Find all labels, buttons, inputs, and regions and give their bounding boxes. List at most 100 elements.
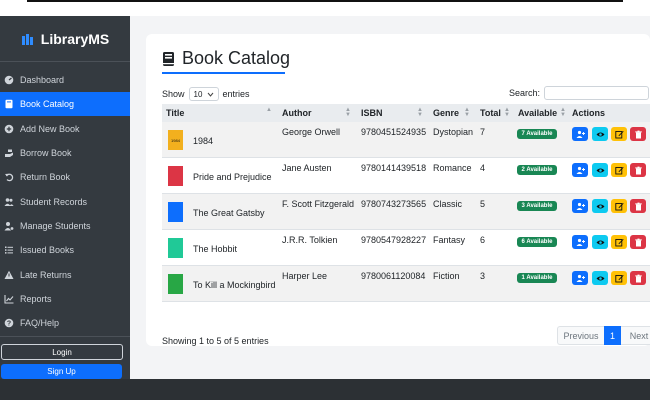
- delete-button[interactable]: [630, 163, 646, 177]
- sidebar-item-faq-help[interactable]: ? FAQ/Help: [0, 311, 130, 335]
- assign-user-icon: [575, 237, 585, 247]
- column-header-isbn[interactable]: ISBN: [361, 104, 383, 122]
- column-header-total[interactable]: Total: [480, 104, 501, 122]
- book-cover-image: [168, 202, 183, 222]
- edit-button[interactable]: [611, 235, 627, 249]
- sidebar-item-manage-students[interactable]: Manage Students: [0, 214, 130, 238]
- sidebar-item-borrow-book[interactable]: Borrow Book: [0, 141, 130, 165]
- table-row: 1984 1984 George Orwell 9780451524935 Dystop…: [162, 122, 650, 158]
- edit-icon: [614, 165, 624, 175]
- cell-author: F. Scott Fitzgerald: [282, 199, 355, 209]
- entries-value: 10: [193, 89, 203, 99]
- view-button[interactable]: [592, 163, 608, 177]
- edit-icon: [614, 237, 624, 247]
- sidebar-item-reports[interactable]: Reports: [0, 287, 130, 311]
- eye-icon: [595, 165, 605, 175]
- book-icon: [4, 99, 14, 109]
- cell-author: J.R.R. Tolkien: [282, 235, 338, 245]
- eye-icon: [595, 201, 605, 211]
- book-cover-image: [168, 238, 183, 258]
- column-header-genre[interactable]: Genre: [433, 104, 459, 122]
- sort-asc-icon[interactable]: ▲: [266, 107, 272, 113]
- cell-total: 6: [480, 235, 486, 245]
- edit-button[interactable]: [611, 199, 627, 213]
- sort-icon[interactable]: ▲ ▼: [417, 107, 423, 118]
- edit-button[interactable]: [611, 271, 627, 285]
- sort-icon[interactable]: ▲ ▼: [464, 107, 470, 118]
- sidebar-item-label: Issued Books: [20, 245, 75, 255]
- svg-text:?: ?: [7, 321, 11, 328]
- cell-genre: Fantasy: [433, 235, 466, 245]
- login-button[interactable]: Login: [1, 344, 123, 360]
- assign-button[interactable]: [572, 127, 588, 141]
- cell-author: Harper Lee: [282, 271, 328, 281]
- search-input[interactable]: [544, 86, 650, 100]
- user-gear-icon: [4, 221, 14, 231]
- table-header: Title ▲ Author ▲ ▼ ISBN ▲ ▼ Genre ▲ ▼ Total…: [162, 104, 650, 122]
- assign-user-icon: [575, 165, 585, 175]
- view-button[interactable]: [592, 127, 608, 141]
- edit-button[interactable]: [611, 127, 627, 141]
- delete-button[interactable]: [630, 271, 646, 285]
- cell-isbn: 9780547928227: [361, 235, 427, 245]
- trash-icon: [633, 201, 643, 211]
- view-button[interactable]: [592, 199, 608, 213]
- delete-button[interactable]: [630, 235, 646, 249]
- trash-icon: [633, 237, 643, 247]
- page-title: Book Catalog: [182, 48, 291, 68]
- top-divider-line: [27, 0, 623, 2]
- column-header-title[interactable]: Title: [166, 104, 184, 122]
- assign-button[interactable]: [572, 235, 588, 249]
- table-info: Showing 1 to 5 of 5 entries: [162, 336, 269, 346]
- pagination-next[interactable]: Next: [621, 326, 650, 345]
- sidebar-item-dashboard[interactable]: Dashboard: [0, 68, 130, 92]
- trash-icon: [633, 273, 643, 283]
- cell-title: The Hobbit: [193, 244, 238, 254]
- edit-icon: [614, 273, 624, 283]
- brand[interactable]: LibraryMS: [0, 16, 130, 62]
- assign-button[interactable]: [572, 163, 588, 177]
- sidebar-item-issued-books[interactable]: Issued Books: [0, 238, 130, 262]
- sidebar-item-student-records[interactable]: Student Records: [0, 190, 130, 214]
- sidebar-item-late-returns[interactable]: Late Returns: [0, 263, 130, 287]
- edit-button[interactable]: [611, 163, 627, 177]
- view-button[interactable]: [592, 271, 608, 285]
- cell-isbn: 9780061120084: [361, 271, 426, 281]
- availability-badge: 6 Available: [517, 237, 557, 247]
- column-header-available[interactable]: Available: [518, 104, 557, 122]
- assign-button[interactable]: [572, 271, 588, 285]
- signup-button[interactable]: Sign Up: [1, 364, 122, 379]
- sidebar-item-return-book[interactable]: Return Book: [0, 165, 130, 189]
- sort-icon[interactable]: ▲ ▼: [345, 107, 351, 118]
- book-icon: [162, 51, 176, 67]
- assign-user-icon: [575, 273, 585, 283]
- pagination-page-1[interactable]: 1: [604, 326, 621, 345]
- main-content: Book Catalog Show 10 entries Search: Tit…: [130, 16, 650, 379]
- chevron-down-icon: [207, 91, 214, 98]
- cell-isbn: 9780141439518: [361, 163, 427, 173]
- sidebar-item-book-catalog[interactable]: Book Catalog: [0, 92, 130, 116]
- sidebar-item-label: Add New Book: [20, 124, 80, 134]
- entries-select[interactable]: 10: [188, 87, 219, 101]
- dashboard-icon: [4, 75, 14, 85]
- availability-badge: 1 Available: [517, 273, 557, 283]
- sidebar-item-label: Student Records: [20, 197, 88, 207]
- entries-length-control: Show 10 entries: [162, 87, 250, 101]
- chart-icon: [4, 294, 14, 304]
- column-header-author[interactable]: Author: [282, 104, 312, 122]
- delete-button[interactable]: [630, 199, 646, 213]
- cell-isbn: 9780743273565: [361, 199, 427, 209]
- cell-title: To Kill a Mockingbird: [193, 280, 276, 290]
- table-row: To Kill a Mockingbird Harper Lee 978006112…: [162, 266, 650, 302]
- book-cover-text: 1984: [171, 137, 180, 143]
- sort-icon[interactable]: ▲ ▼: [504, 107, 510, 118]
- table-row: The Great Gatsby F. Scott Fitzgerald 97807…: [162, 194, 650, 230]
- assign-button[interactable]: [572, 199, 588, 213]
- sidebar-item-add-new-book[interactable]: Add New Book: [0, 117, 130, 141]
- pagination-previous[interactable]: Previous: [557, 326, 604, 345]
- sidebar-item-label: Dashboard: [20, 75, 65, 85]
- delete-button[interactable]: [630, 127, 646, 141]
- show-label: Show: [162, 89, 185, 99]
- sort-icon[interactable]: ▲ ▼: [560, 107, 566, 118]
- view-button[interactable]: [592, 235, 608, 249]
